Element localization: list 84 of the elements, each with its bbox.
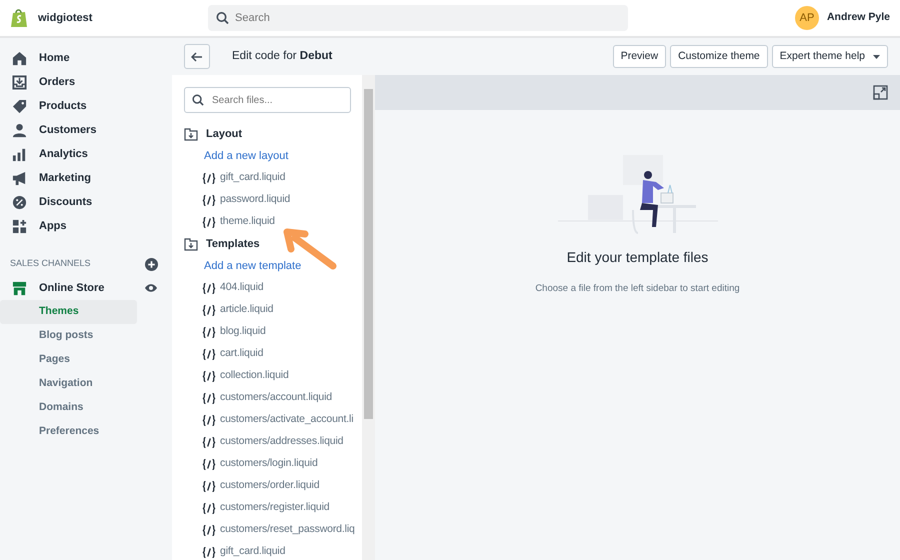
caret-icon bbox=[873, 54, 880, 58]
inbox-icon bbox=[12, 74, 27, 90]
code-file-icon bbox=[202, 216, 216, 228]
file-link[interactable]: password.liquid bbox=[220, 192, 290, 208]
file-link[interactable]: customers/addresses.liquid bbox=[220, 434, 344, 450]
code-file-icon bbox=[202, 282, 216, 294]
section-title: SALES CHANNELS bbox=[10, 257, 91, 270]
sidebar-subitem[interactable]: Domains bbox=[0, 396, 137, 420]
sidebar-subitem[interactable]: Blog posts bbox=[0, 324, 137, 348]
code-file-icon bbox=[202, 480, 216, 492]
search-field[interactable]: Search bbox=[208, 5, 628, 31]
person-icon bbox=[12, 122, 27, 138]
code-file-icon bbox=[202, 370, 216, 382]
header-button[interactable]: Preview bbox=[612, 44, 666, 68]
search-icon bbox=[216, 12, 229, 24]
folder-download-icon bbox=[184, 128, 198, 140]
code-file-icon bbox=[202, 304, 216, 316]
sidebar-item[interactable]: Orders bbox=[0, 70, 172, 94]
bar-chart-icon bbox=[12, 146, 27, 162]
code-file-icon bbox=[202, 502, 216, 514]
sidebar-item[interactable]: Discounts bbox=[0, 190, 172, 214]
home-icon bbox=[12, 50, 27, 66]
empty-state-text: Choose a file from the left sidebar to start editing bbox=[535, 282, 740, 296]
shopping-bag-logo bbox=[10, 8, 28, 28]
folder-name[interactable]: Templates bbox=[206, 236, 260, 252]
header-button[interactable]: Expert theme help bbox=[772, 44, 888, 68]
code-file-icon bbox=[202, 172, 216, 184]
code-file-icon bbox=[202, 546, 216, 558]
megaphone-icon bbox=[12, 170, 27, 186]
file-link[interactable]: customers/account.liquid bbox=[220, 390, 332, 406]
file-link[interactable]: customers/order.liquid bbox=[220, 478, 320, 494]
header-button[interactable]: Customize theme bbox=[670, 44, 768, 68]
scrollbar[interactable] bbox=[362, 75, 375, 560]
code-file-icon bbox=[202, 326, 216, 338]
code-file-icon bbox=[202, 194, 216, 206]
apps-grid-icon bbox=[12, 218, 27, 234]
file-link[interactable]: customers/activate_account.li bbox=[220, 412, 354, 428]
code-file-icon bbox=[202, 524, 216, 536]
file-link[interactable]: cart.liquid bbox=[220, 346, 264, 362]
back-arrow-icon bbox=[191, 52, 203, 62]
code-file-icon bbox=[202, 392, 216, 404]
file-link[interactable]: gift_card.liquid bbox=[220, 544, 286, 560]
sidebar-item[interactable]: Customers bbox=[0, 118, 172, 142]
back-button[interactable] bbox=[184, 44, 210, 69]
add-file-link[interactable]: Add a new layout bbox=[184, 145, 362, 167]
user-avatar[interactable]: AP bbox=[794, 6, 819, 30]
expand-icon[interactable] bbox=[873, 85, 888, 100]
sidebar-subitem[interactable]: Navigation bbox=[0, 372, 137, 396]
file-link[interactable]: customers/reset_password.liq bbox=[220, 522, 355, 538]
user-name[interactable]: Andrew Pyle bbox=[826, 10, 890, 26]
search-icon bbox=[192, 94, 204, 106]
empty-state-title: Edit your template files bbox=[566, 248, 708, 267]
code-file-icon bbox=[202, 436, 216, 448]
file-link[interactable]: 404.liquid bbox=[220, 280, 264, 296]
discount-badge-icon bbox=[12, 194, 27, 210]
folder-name[interactable]: Layout bbox=[206, 126, 242, 142]
folder-download-icon bbox=[184, 238, 198, 250]
sidebar-item[interactable]: Analytics bbox=[0, 142, 172, 166]
code-file-icon bbox=[202, 414, 216, 426]
code-file-icon bbox=[202, 458, 216, 470]
page-title: Edit code for Debut bbox=[232, 48, 332, 64]
sidebar-item[interactable]: Online Store bbox=[0, 276, 172, 300]
file-link[interactable]: gift_card.liquid bbox=[220, 170, 286, 186]
eye-icon[interactable] bbox=[144, 283, 158, 293]
sidebar-item[interactable]: Products bbox=[0, 94, 172, 118]
code-file-icon bbox=[202, 348, 216, 360]
sidebar-item[interactable]: Marketing bbox=[0, 166, 172, 190]
file-link[interactable]: article.liquid bbox=[220, 302, 274, 318]
tag-icon bbox=[12, 98, 27, 114]
file-link[interactable]: collection.liquid bbox=[220, 368, 289, 384]
sidebar-item[interactable]: Home bbox=[0, 46, 172, 70]
file-link[interactable]: customers/login.liquid bbox=[220, 456, 318, 472]
add-file-link[interactable]: Add a new template bbox=[184, 255, 362, 277]
file-link[interactable]: customers/register.liquid bbox=[220, 500, 330, 516]
sidebar-subitem[interactable]: Themes bbox=[0, 300, 137, 324]
sidebar-item[interactable]: Apps bbox=[0, 214, 172, 238]
sidebar-subitem[interactable]: Pages bbox=[0, 348, 137, 372]
add-icon[interactable] bbox=[145, 258, 158, 270]
file-search-field[interactable]: Search files... bbox=[184, 87, 351, 113]
file-link[interactable]: theme.liquid bbox=[220, 214, 275, 230]
sidebar-subitem[interactable]: Preferences bbox=[0, 420, 137, 444]
store-name: widgiotest bbox=[38, 10, 94, 26]
file-link[interactable]: blog.liquid bbox=[220, 324, 266, 340]
storefront-icon bbox=[12, 280, 27, 296]
